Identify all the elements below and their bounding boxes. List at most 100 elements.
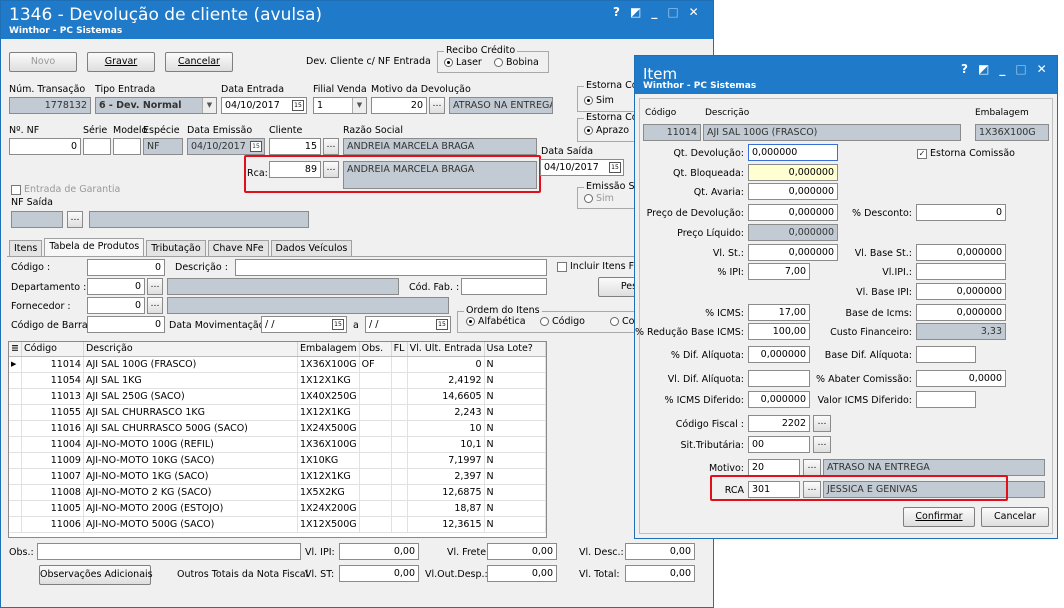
vl-st-field[interactable]: 0,00 — [339, 565, 419, 582]
motivo-search-button[interactable]: … — [803, 459, 821, 476]
codigo-fiscal-field[interactable]: 2202 — [748, 415, 810, 432]
grid-menu-icon[interactable]: ≣ — [9, 342, 22, 357]
estorna-comissao-checkbox[interactable]: ✓ Estorna Comissão — [917, 148, 1015, 159]
pct-icms-field[interactable]: 17,00 — [748, 304, 810, 321]
observacoes-adicionais-button[interactable]: Observações Adicionais — [39, 565, 153, 585]
dif-aliquota-field[interactable]: 0,000000 — [748, 346, 810, 363]
novo-button[interactable]: Novo — [9, 52, 77, 72]
tab-itens[interactable]: Itens — [9, 240, 43, 256]
nf-saida-search-button[interactable]: … — [67, 211, 83, 228]
ordem-codigo-option[interactable]: Código — [540, 316, 585, 327]
nf-field[interactable]: 0 — [9, 138, 81, 155]
abater-comissao-field[interactable]: 0,0000 — [916, 370, 1006, 387]
vl-ipi-field[interactable] — [916, 263, 1006, 280]
preco-devolucao-field[interactable]: 0,000000 — [748, 204, 838, 221]
codigo-filter-field[interactable]: 0 — [87, 259, 165, 276]
calendar-icon[interactable]: 15 — [332, 319, 344, 330]
vl-ipi-field[interactable]: 0,00 — [339, 543, 419, 560]
products-grid[interactable]: ≣ Código Descrição Embalagem Obs. FL Vl.… — [8, 341, 547, 538]
col-embalagem[interactable]: Embalagem — [297, 342, 360, 357]
data-saida-field[interactable]: 04/10/2017 15 — [540, 159, 624, 176]
sit-tributaria-search-button[interactable]: … — [813, 436, 831, 453]
vl-base-st-field[interactable]: 0,000000 — [916, 244, 1006, 261]
base-icms-field[interactable]: 0,000000 — [916, 304, 1006, 321]
gravar-button[interactable]: Gravar — [87, 52, 155, 72]
motivo-search-button[interactable]: … — [429, 97, 445, 114]
recibo-laser-option[interactable]: Laser — [444, 57, 482, 68]
cliente-field[interactable]: 15 — [269, 138, 321, 155]
fornecedor-search-button[interactable]: … — [147, 297, 163, 314]
pct-ipi-field[interactable]: 7,00 — [748, 263, 810, 280]
filial-venda-select[interactable]: 1 ▼ — [313, 97, 367, 114]
departamento-search-button[interactable]: … — [147, 278, 163, 295]
entrada-garantia-checkbox[interactable]: Entrada de Garantia — [11, 184, 120, 195]
serie-field[interactable] — [83, 138, 111, 155]
calendar-icon[interactable]: 15 — [292, 100, 304, 111]
col-codigo[interactable]: Código — [21, 342, 84, 357]
estorna-aprazo-option[interactable]: Aprazo — [584, 125, 629, 136]
codigo-fiscal-search-button[interactable]: … — [813, 415, 831, 432]
incluir-itens-checkbox[interactable]: Incluir Itens Fo — [557, 261, 640, 272]
help-icon[interactable]: ? — [961, 62, 968, 76]
restore-layout-icon[interactable]: ◩ — [978, 62, 989, 76]
table-row[interactable]: 11016 AJI SAL CHURRASCO 500G (SACO) 1X24X5… — [9, 420, 546, 437]
restore-layout-icon[interactable]: ◩ — [630, 5, 641, 19]
vl-base-ipi-field[interactable]: 0,000000 — [916, 283, 1006, 300]
table-row[interactable]: 11007 AJI-NO-MOTO 1KG (SACO) 1X12X1KG 2,397… — [9, 468, 546, 485]
col-usa-lote[interactable]: Usa Lote? — [484, 342, 546, 357]
cliente-search-button[interactable]: … — [323, 138, 339, 155]
emissao-sim-option[interactable]: Sim — [584, 193, 614, 204]
table-row[interactable]: 11005 AJI-NO-MOTO 200G (ESTOJO) 1X24X200G 1… — [9, 500, 546, 517]
descricao-filter-field[interactable] — [235, 259, 547, 276]
table-row[interactable]: 11004 AJI-NO-MOTO 100G (REFIL) 1X36X100G 10… — [9, 436, 546, 453]
cancelar-button[interactable]: Cancelar — [165, 52, 233, 72]
minimize-icon[interactable]: _ — [999, 62, 1005, 76]
maximize-icon[interactable]: □ — [667, 5, 678, 19]
data-mov-to-field[interactable]: / /15 — [365, 316, 451, 333]
table-row[interactable]: 11055 AJI SAL CHURRASCO 1KG 1X12X1KG 2,243 N — [9, 404, 546, 421]
valor-icms-diferido-field[interactable] — [916, 391, 976, 408]
vl-st-field[interactable]: 0,000000 — [748, 244, 838, 261]
icms-diferido-field[interactable]: 0,000000 — [748, 391, 810, 408]
tipo-entrada-select[interactable]: 6 - Dev. Normal ▼ — [95, 97, 217, 114]
table-row[interactable]: 11008 AJI-NO-MOTO 2 KG (SACO) 1X5X2KG 12,68… — [9, 484, 546, 501]
maximize-icon[interactable]: □ — [1015, 62, 1026, 76]
confirmar-button[interactable]: Confirmar — [903, 507, 975, 527]
tab-tributacao[interactable]: Tributação — [146, 240, 206, 256]
qt-bloqueada-field[interactable]: 0,000000 — [748, 164, 838, 181]
sit-tributaria-field[interactable]: 00 — [748, 436, 810, 453]
fornecedor-field[interactable]: 0 — [87, 297, 145, 314]
col-obs[interactable]: Obs. — [359, 342, 392, 357]
dialog-cancelar-button[interactable]: Cancelar — [981, 507, 1049, 527]
tab-chave-nfe[interactable]: Chave NFe — [207, 240, 269, 256]
desconto-field[interactable]: 0 — [916, 204, 1006, 221]
calendar-icon[interactable]: 15 — [609, 162, 621, 173]
ordem-co-option[interactable]: Co — [610, 316, 634, 327]
ordem-alfabetica-option[interactable]: Alfabética — [466, 316, 526, 327]
base-dif-aliquota-field[interactable] — [916, 346, 976, 363]
vl-total-field[interactable]: 0,00 — [625, 565, 695, 582]
close-icon[interactable]: ✕ — [689, 5, 699, 19]
qt-devolucao-field[interactable]: 0,000000 — [748, 144, 838, 161]
col-fl[interactable]: FL — [391, 342, 408, 357]
obs-field[interactable] — [37, 543, 301, 560]
motivo-code-field[interactable]: 20 — [748, 459, 800, 476]
estorna-sim-option[interactable]: Sim — [584, 95, 614, 106]
table-row[interactable]: 11054 AJI SAL 1KG 1X12X1KG 2,4192 N — [9, 372, 546, 389]
col-descricao[interactable]: Descrição — [83, 342, 298, 357]
vl-out-desp-field[interactable]: 0,00 — [487, 565, 557, 582]
table-row[interactable]: 11013 AJI SAL 250G (SACO) 1X40X250G 14,6605… — [9, 388, 546, 405]
qt-avaria-field[interactable]: 0,000000 — [748, 183, 838, 200]
departamento-field[interactable]: 0 — [87, 278, 145, 295]
table-row[interactable]: 11009 AJI-NO-MOTO 10KG (SACO) 1X10KG 7,1997… — [9, 452, 546, 469]
help-icon[interactable]: ? — [613, 5, 620, 19]
vl-dif-aliquota-field[interactable] — [748, 370, 810, 387]
tab-tabela-produtos[interactable]: Tabela de Produtos — [44, 238, 145, 256]
table-row[interactable]: ▶ 11014 AJI SAL 100G (FRASCO) 1X36X100G OF 0 N — [9, 356, 546, 373]
cod-fab-field[interactable] — [461, 278, 547, 295]
calendar-icon[interactable]: 15 — [436, 319, 448, 330]
data-mov-from-field[interactable]: / /15 — [261, 316, 347, 333]
cod-barra-field[interactable]: 0 — [87, 316, 165, 333]
tab-dados-veiculos[interactable]: Dados Veículos — [270, 240, 353, 256]
close-icon[interactable]: ✕ — [1037, 62, 1047, 76]
